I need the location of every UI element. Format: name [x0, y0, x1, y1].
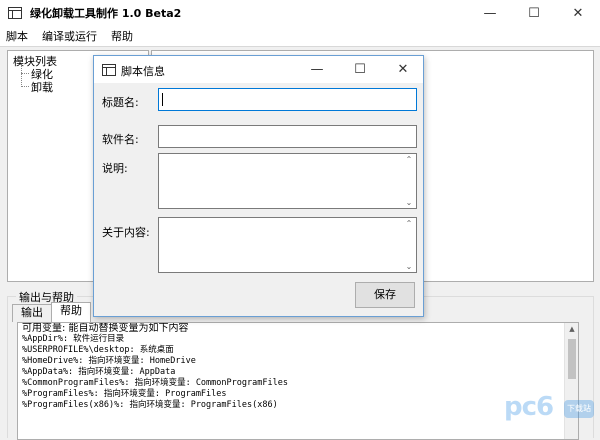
dialog-maximize-button[interactable]: ☐: [340, 56, 380, 83]
tree-connector: [21, 66, 22, 87]
app-window-icon: [8, 7, 22, 19]
help-line: %CommonProgramFiles%: 指向环境变量: CommonProg…: [22, 378, 288, 388]
output-tabs: 输出 帮助: [12, 302, 91, 322]
maximize-button[interactable]: ☐: [512, 0, 556, 26]
help-line: %AppData%: 指向环境变量: AppData: [22, 367, 176, 377]
window-title: 绿化卸载工具制作 1.0 Beta2: [30, 7, 182, 20]
menu-help[interactable]: 帮助: [111, 28, 133, 44]
title-name-input[interactable]: [158, 88, 417, 111]
help-line: %HomeDrive%: 指向环境变量: HomeDrive: [22, 356, 196, 366]
menubar: 脚本 编译或运行 帮助: [0, 26, 600, 46]
menu-compile-run[interactable]: 编译或运行: [42, 28, 97, 44]
tree-connector: [21, 86, 29, 87]
text-caret: [162, 93, 163, 106]
help-line: 可用变量: 能自动替换变量为如下内容: [22, 323, 189, 334]
save-button[interactable]: 保存: [355, 282, 415, 308]
scroll-up-arrow-icon[interactable]: ▲: [565, 325, 578, 333]
description-scrollbar[interactable]: ⌃ ⌄: [402, 154, 416, 208]
dialog-close-button[interactable]: ✕: [383, 56, 423, 83]
tree-connector: [21, 73, 29, 74]
about-textarea[interactable]: ⌃ ⌄: [158, 217, 417, 273]
software-name-input[interactable]: [158, 125, 417, 148]
help-line: %AppDir%: 软件运行目录: [22, 334, 125, 344]
help-line: %ProgramFiles%: 指向环境变量: ProgramFiles: [22, 389, 227, 399]
main-titlebar: 绿化卸载工具制作 1.0 Beta2 — ☐ ✕: [0, 0, 600, 26]
minimize-button[interactable]: —: [468, 0, 512, 26]
scroll-thumb[interactable]: [568, 339, 576, 379]
description-textarea[interactable]: ⌃ ⌄: [158, 153, 417, 209]
about-scrollbar[interactable]: ⌃ ⌄: [402, 218, 416, 272]
dialog-minimize-button[interactable]: —: [297, 56, 337, 83]
watermark-badge: 下载站: [564, 400, 594, 418]
scroll-down-arrow-icon[interactable]: ⌄: [402, 198, 416, 207]
close-button[interactable]: ✕: [556, 0, 600, 26]
description-label: 说明:: [102, 162, 128, 175]
help-line: %USERPROFILE%\desktop: 系统桌面: [22, 345, 174, 355]
menu-script[interactable]: 脚本: [6, 28, 28, 44]
title-name-label: 标题名:: [102, 96, 139, 109]
help-line: %ProgramFiles(x86)%: 指向环境变量: ProgramFile…: [22, 400, 278, 410]
help-text-area[interactable]: 可用变量: 能自动替换变量为如下内容 %AppDir%: 软件运行目录 %USE…: [17, 322, 579, 440]
scroll-up-arrow-icon[interactable]: ⌃: [402, 219, 416, 228]
dialog-titlebar: 脚本信息 — ☐ ✕: [94, 56, 423, 83]
tab-help[interactable]: 帮助: [51, 302, 91, 322]
scroll-down-arrow-icon[interactable]: ⌄: [402, 262, 416, 271]
tab-output[interactable]: 输出: [12, 304, 52, 322]
pc6-watermark-logo: pc6 下载站: [504, 392, 596, 432]
tree-item-uninstall[interactable]: 卸载: [31, 79, 53, 95]
software-name-label: 软件名:: [102, 133, 139, 146]
dialog-window-icon: [102, 64, 116, 76]
scroll-up-arrow-icon[interactable]: ⌃: [402, 155, 416, 164]
about-label: 关于内容:: [102, 226, 150, 239]
watermark-text: pc6: [504, 392, 554, 422]
script-info-dialog: 脚本信息 — ☐ ✕ 标题名: 软件名: 说明: ⌃ ⌄ 关于内容: ⌃ ⌄ 保…: [93, 55, 424, 317]
dialog-title: 脚本信息: [121, 65, 165, 78]
